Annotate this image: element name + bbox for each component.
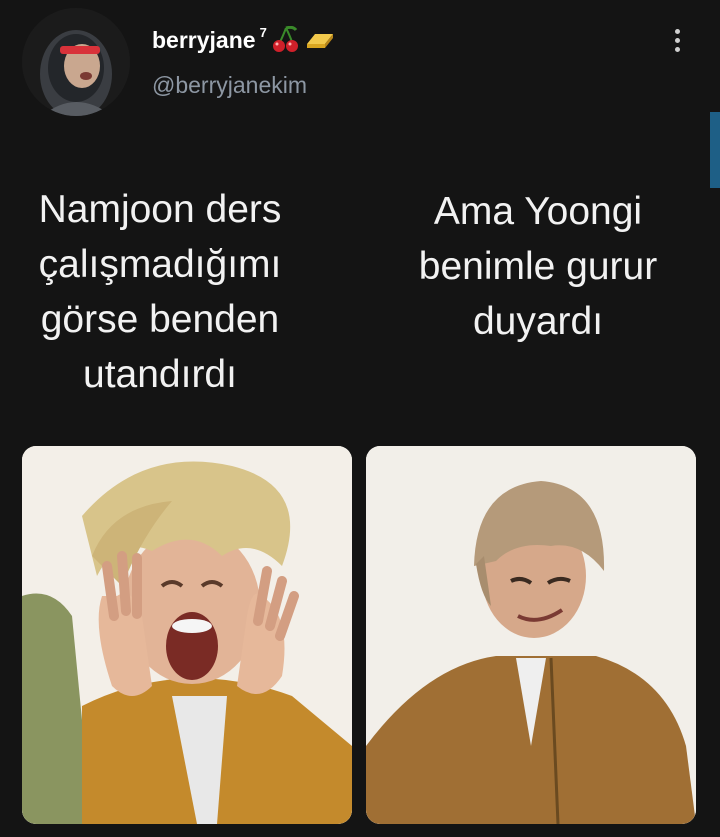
display-name-text: berryjane [152,26,256,53]
user-handle[interactable]: @berryjanekim [152,72,307,99]
left-caption: Namjoon ders çalışmadığımı görse benden … [0,182,320,402]
gold-bar-emoji-icon [306,34,333,48]
caption-line: duyardı [472,300,604,343]
more-dot [674,37,680,43]
smirking-face-photo[interactable] [366,446,696,824]
more-dot [674,46,680,52]
cherries-emoji-icon [272,26,298,52]
caption-line: benimle gurur [418,245,658,288]
caption-line: Ama Yoongi [433,190,643,233]
display-name[interactable]: berryjane 7 [152,24,335,54]
screaming-face-illustration [22,446,352,824]
side-panel-edge [710,112,720,188]
more-vertical-icon[interactable] [665,22,689,58]
screaming-face-photo[interactable] [22,446,352,824]
caption-line: çalışmadığımı [38,243,282,286]
display-name-superscript: 7 [259,24,267,40]
caption-line: görse benden [40,298,280,341]
right-caption: Ama Yoongi benimle gurur duyardı [376,184,700,349]
caption-line: Namjoon ders [38,188,282,231]
caption-line: utandırdı [83,353,237,396]
avatar-image [22,8,130,116]
avatar[interactable] [22,8,130,116]
smirking-face-illustration [366,446,696,824]
more-dot [674,28,680,34]
